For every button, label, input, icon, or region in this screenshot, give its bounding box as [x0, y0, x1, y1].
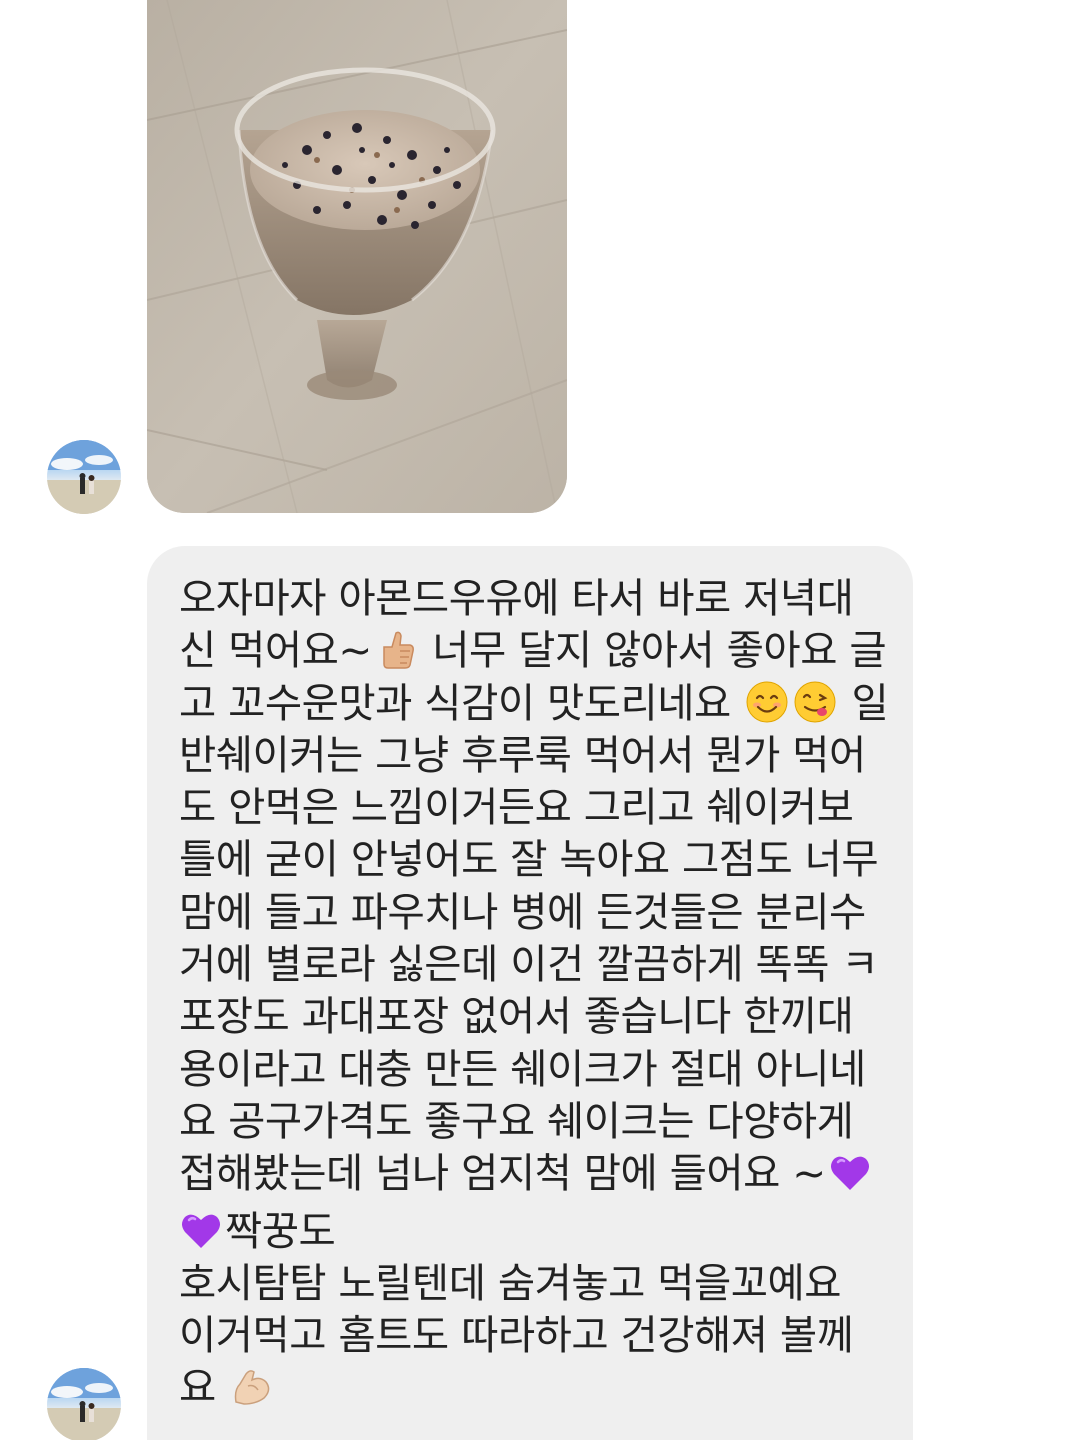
purple-heart-icon: [179, 1208, 223, 1252]
message-line: 이거먹고 홈트도 따라하고 건강해져 볼께: [179, 1311, 854, 1360]
message-line: 맘에 들고 파우치나 병에 든것들은 분리수: [179, 887, 866, 936]
message-line: 고 꼬수운맛과 식감이 맛도리네요 일: [179, 678, 889, 727]
message-line: 오자마자 아몬드우유에 타서 바로 저녁대: [179, 574, 854, 622]
message-line: 도 안먹은 느낌이거든요 그리고 쉐이커보: [179, 783, 854, 832]
sender-avatar[interactable]: [47, 440, 121, 514]
message-line: 짝꿍도: [179, 1205, 883, 1257]
shake-photo[interactable]: [147, 0, 567, 513]
smiling-face-icon: [745, 680, 789, 724]
message-line: 틀에 굳이 안넣어도 잘 녹아요 그점도 너무: [179, 835, 879, 884]
sender-avatar[interactable]: [47, 1368, 121, 1440]
message-line: 호시탐탐 노릴텐데 숨겨놓고 먹을꼬예요: [179, 1258, 842, 1307]
thumbs-up-icon: [374, 627, 418, 671]
flexed-biceps-icon: [230, 1364, 274, 1408]
message-line: 접해봤는데 넘나 엄지척 맘에 들어요 ~: [179, 1147, 883, 1199]
purple-heart-icon: [828, 1150, 872, 1194]
message-line: 포장도 과대포장 없어서 좋습니다 한끼대: [179, 992, 854, 1041]
message-line: 요 공구가격도 좋구요 쉐이크는 다양하게: [179, 1096, 854, 1145]
message-bubble[interactable]: 오자마자 아몬드우유에 타서 바로 저녁대 신 먹어요~ 너무 달지 않아서 좋…: [147, 546, 913, 1440]
chat-screen: 오자마자 아몬드우유에 타서 바로 저녁대 신 먹어요~ 너무 달지 않아서 좋…: [0, 0, 1080, 1440]
face-savoring-food-icon: [793, 680, 837, 724]
message-line: 신 먹어요~ 너무 달지 않아서 좋아요 글: [179, 626, 887, 675]
message-line: 반쉐이커는 그냥 후루룩 먹어서 뭔가 먹어: [179, 730, 866, 779]
message-line: 요: [179, 1361, 883, 1413]
message-line: 거에 별로라 싫은데 이건 깔끔하게 똑똑 ㅋ: [179, 940, 879, 989]
message-line: 용이라고 대충 만든 쉐이크가 절대 아니네: [179, 1044, 866, 1093]
